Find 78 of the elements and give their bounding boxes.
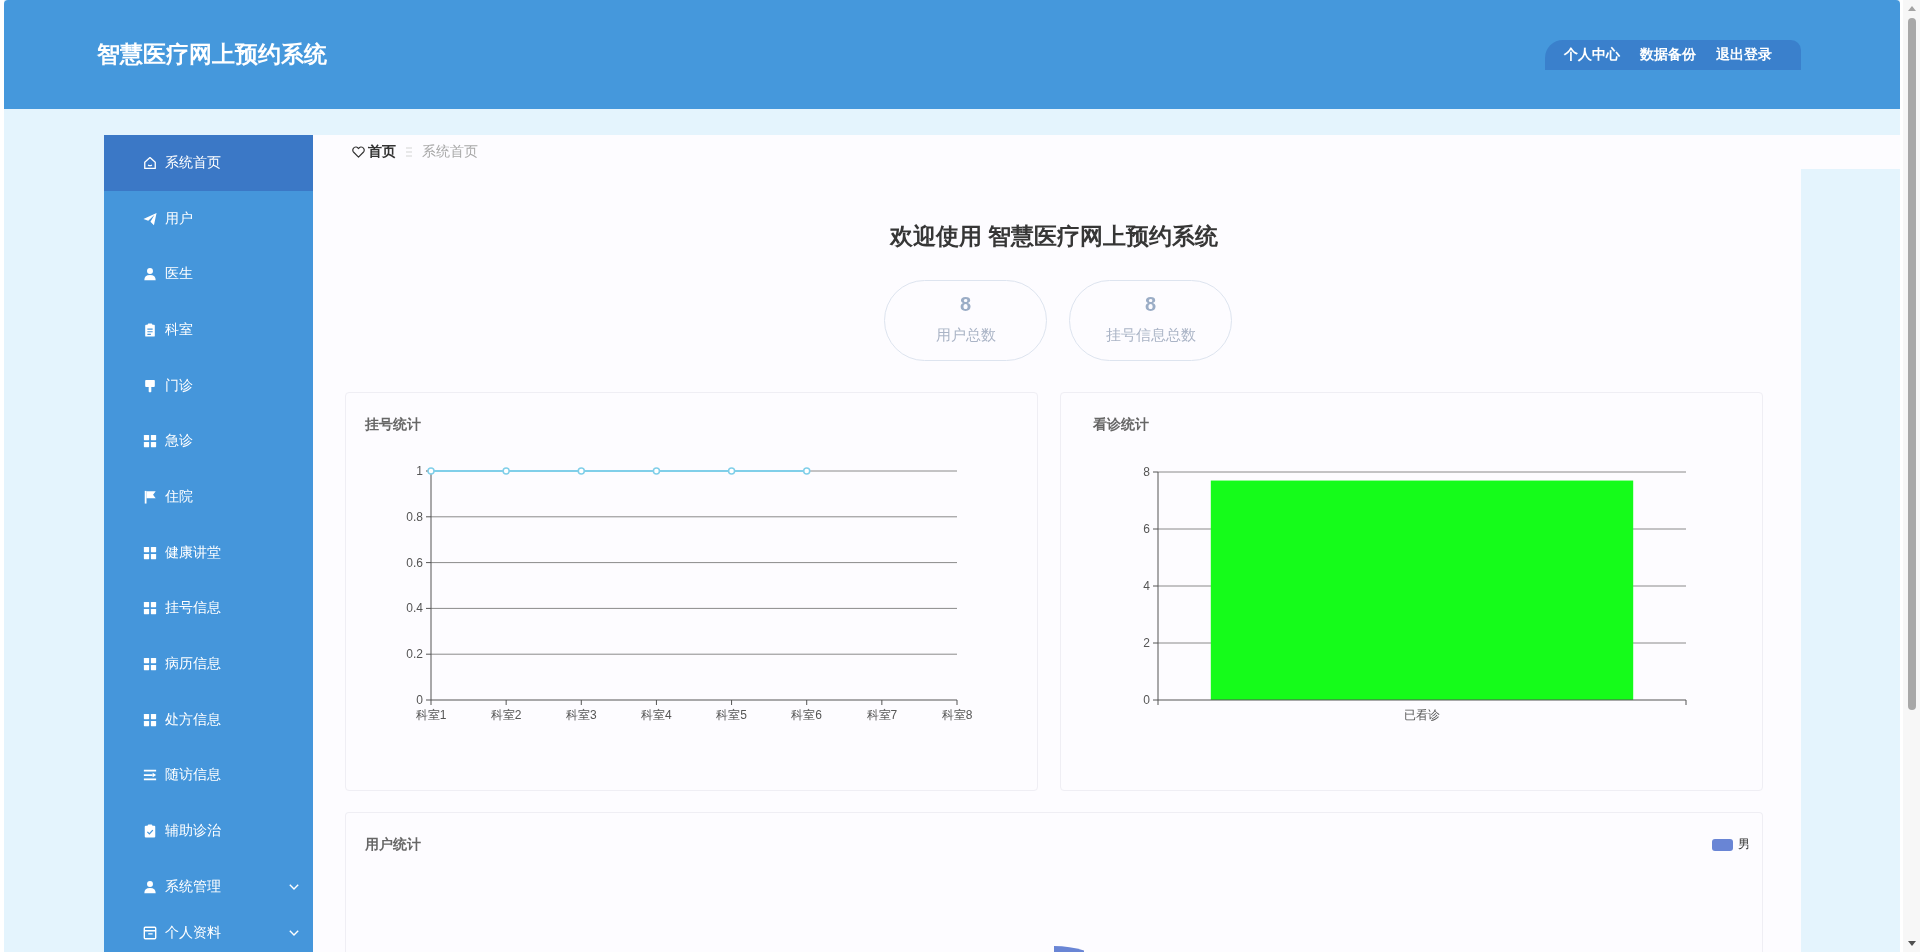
axis-label: 0.6 <box>406 555 423 570</box>
heart-icon <box>352 146 365 158</box>
sidebar-item[interactable]: 挂号信息 <box>104 580 313 637</box>
up-arrow-icon[interactable] <box>1907 6 1916 11</box>
chevron-down-icon <box>289 930 299 937</box>
chart-title: 用户统计 <box>365 835 421 854</box>
sidebar-item[interactable]: 门诊 <box>104 357 313 414</box>
grid-icon <box>143 601 157 616</box>
axis-label: 0 <box>416 693 423 707</box>
window-icon <box>143 926 157 941</box>
data-point <box>727 467 736 475</box>
stat-label: 用户总数 <box>935 325 996 345</box>
axis-label: 科室2 <box>490 708 522 722</box>
user-icon <box>143 879 157 894</box>
stat-value: 8 <box>1144 292 1157 317</box>
list-icon <box>143 768 157 783</box>
data-point <box>427 467 435 475</box>
axis-label: 0 <box>1143 693 1150 707</box>
nav-link[interactable]: 退出登录 <box>1706 39 1782 70</box>
home-icon <box>143 155 157 170</box>
paper-plane-icon <box>143 211 157 226</box>
sidebar-item[interactable]: 随访信息 <box>104 747 313 804</box>
axis-label: 科室6 <box>791 708 823 722</box>
user-icon <box>143 267 157 282</box>
flag-icon <box>143 489 157 504</box>
axis-label: 科室5 <box>716 708 747 722</box>
nav-link[interactable]: 数据备份 <box>1630 39 1706 70</box>
axis-label: 科室4 <box>641 708 672 722</box>
axis-label: 0.4 <box>406 601 423 616</box>
grid-icon <box>143 434 157 449</box>
sidebar-item[interactable]: 用户 <box>104 190 313 247</box>
data-point <box>652 467 661 475</box>
sidebar-item[interactable]: 辅助诊治 <box>104 803 313 859</box>
grid-icon <box>143 545 157 560</box>
chevron-down-icon <box>289 883 299 890</box>
sidebar-item[interactable]: 健康讲堂 <box>104 524 313 581</box>
chart-title: 挂号统计 <box>365 415 421 434</box>
axis-label: 4 <box>1143 579 1150 593</box>
sidebar-item[interactable]: 科室 <box>104 302 313 358</box>
axis-label: 已看诊 <box>1404 708 1440 722</box>
axis-label: 2 <box>1143 636 1150 650</box>
data-point <box>502 467 510 475</box>
sidebar-item[interactable]: 系统首页 <box>104 135 313 191</box>
breadcrumb-link[interactable]: 首页 <box>368 143 396 161</box>
chart-title: 看诊统计 <box>1093 415 1149 434</box>
sidebar-item[interactable]: 医生 <box>104 246 313 303</box>
welcome-title: 欢迎使用 智慧医疗网上预约系统 <box>889 222 1219 251</box>
axis-label: 0.2 <box>406 647 423 662</box>
sidebar-item[interactable]: 系统管理 <box>104 858 313 915</box>
stat-value: 8 <box>959 292 972 317</box>
grid-icon <box>143 657 157 672</box>
clipboard-icon <box>143 322 157 337</box>
axis-label: 科室7 <box>866 708 898 722</box>
breadcrumb-current: 系统首页 <box>422 143 478 161</box>
brush-icon <box>143 378 157 393</box>
axis-label: 科室8 <box>941 708 973 722</box>
axis-label: 0.8 <box>406 509 423 524</box>
legend-label: 男 <box>1738 836 1750 853</box>
axis-label: 科室1 <box>415 708 447 722</box>
data-point <box>802 467 811 475</box>
down-arrow-icon[interactable] <box>1907 941 1916 946</box>
sidebar-item[interactable]: 住院 <box>104 469 313 525</box>
sidebar-item[interactable]: 个人资料 <box>104 914 313 952</box>
grid-icon <box>143 712 157 727</box>
data-point <box>577 467 586 475</box>
sidebar-item[interactable]: 急诊 <box>104 413 313 470</box>
axis-label: 1 <box>416 464 423 478</box>
scrollbar-thumb[interactable] <box>1907 18 1916 710</box>
axis-label: 科室3 <box>565 708 597 722</box>
axis-label: 6 <box>1143 522 1150 536</box>
sidebar-item[interactable]: 病历信息 <box>104 636 313 692</box>
stat-label: 挂号信息总数 <box>1105 325 1196 345</box>
pie-slice <box>1054 946 1084 952</box>
axis-label: 8 <box>1143 465 1150 479</box>
sidebar-item[interactable]: 处方信息 <box>104 691 313 748</box>
app-title: 智慧医疗网上预约系统 <box>97 40 327 69</box>
clipboard-check-icon <box>143 824 157 839</box>
nav-link[interactable]: 个人中心 <box>1554 39 1630 70</box>
